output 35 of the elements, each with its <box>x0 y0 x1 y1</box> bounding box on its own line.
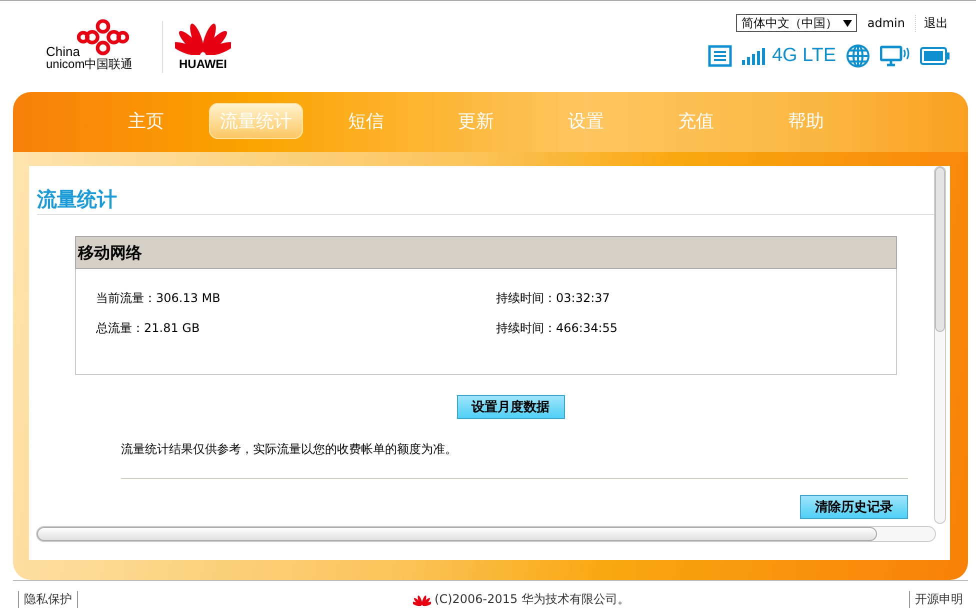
nav-tab[interactable]: 流量统计 <box>209 103 303 139</box>
globe-icon[interactable] <box>846 44 870 68</box>
monitor-icon[interactable] <box>880 45 910 67</box>
nav-tab[interactable]: 更新 <box>429 103 523 139</box>
battery-icon <box>920 47 950 65</box>
nav-tab[interactable]: 设置 <box>539 103 633 139</box>
nav-tab[interactable]: 短信 <box>319 103 413 139</box>
horizontal-scrollbar[interactable] <box>36 526 936 542</box>
nav-tab[interactable]: 充值 <box>649 103 743 139</box>
petal-logo-icon <box>412 594 431 606</box>
stat-text: 总流量：21.81 GB <box>96 320 201 337</box>
copyright-text: (C)2006-2015 华为技术有限公司。 <box>434 591 630 608</box>
stat-text: 当前流量：306.13 MB <box>96 290 222 307</box>
open-source-link[interactable]: 开源申明 <box>909 591 968 608</box>
monthly-settings-button[interactable]: 设置月度数据 <box>456 395 564 419</box>
logo-text: China <box>46 45 81 58</box>
nav-tab[interactable]: 帮助 <box>759 103 853 139</box>
section-header: 移动网络 <box>75 236 897 269</box>
list-icon[interactable] <box>708 45 732 67</box>
brand-text: HUAWEI <box>179 57 227 71</box>
caret-icon <box>843 20 852 26</box>
username-text: admin <box>867 16 905 30</box>
signal-icon <box>742 47 766 65</box>
stat-text: 持续时间：466:34:55 <box>496 320 618 337</box>
language-select[interactable]: 简体中文（中国） <box>736 14 858 32</box>
logout-link[interactable]: 退出 <box>915 14 948 32</box>
nav-tab[interactable]: 主页 <box>99 103 193 139</box>
vertical-scrollbar[interactable] <box>934 166 946 524</box>
privacy-link[interactable]: 隐私保护 <box>18 591 78 608</box>
clear-history-button[interactable]: 清除历史记录 <box>800 495 908 519</box>
logo-text: unicom中国联通 <box>46 58 133 71</box>
page-title: 流量统计 <box>37 186 934 215</box>
network-type-text: 4G LTE <box>772 45 836 67</box>
note-text: 流量统计结果仅供参考，实际流量以您的收费帐单的额度为准。 <box>121 441 458 458</box>
stat-text: 持续时间：03:32:37 <box>496 290 610 307</box>
